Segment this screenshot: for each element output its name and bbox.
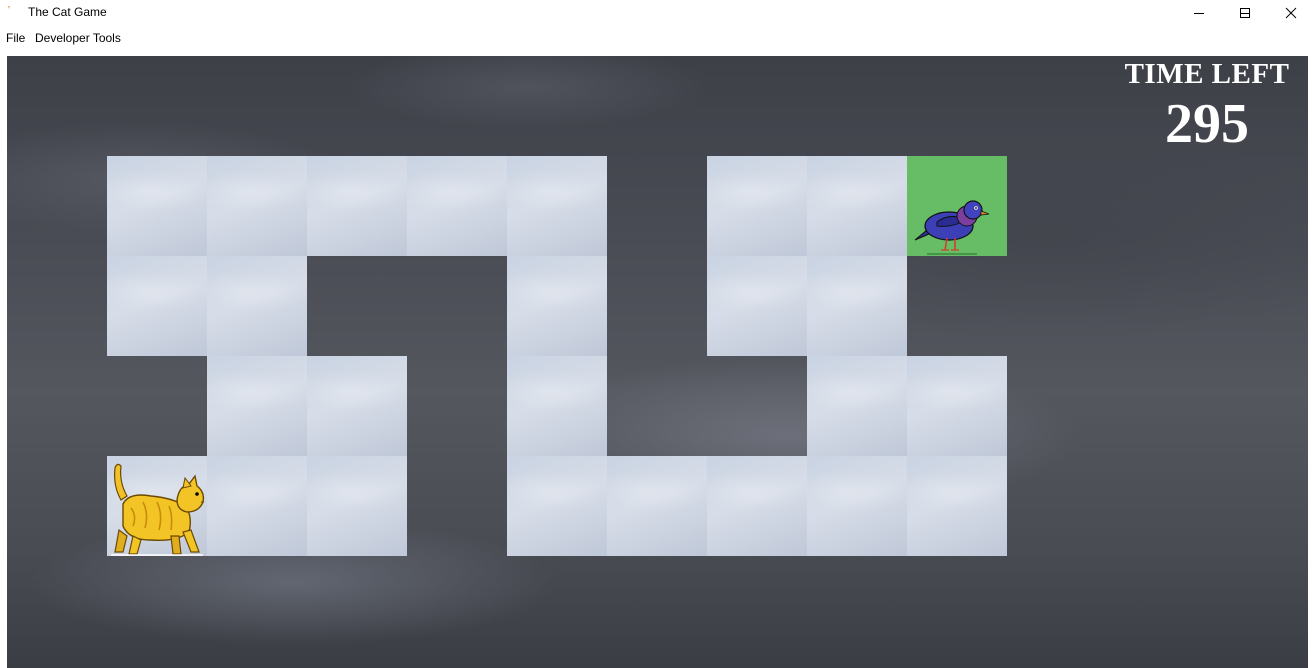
maximize-button[interactable] (1222, 0, 1268, 26)
maze-path-cell (407, 156, 507, 256)
maximize-icon (1240, 8, 1250, 18)
maze-path-cell (707, 256, 807, 356)
minimize-button[interactable] (1176, 0, 1222, 26)
app-icon (6, 5, 20, 19)
maze-path-cell (907, 356, 1007, 456)
maze-path-cell (207, 356, 307, 456)
maze-path-cell (807, 156, 907, 256)
title-bar[interactable]: The Cat Game (0, 0, 1315, 26)
menu-bar: File Developer Tools (0, 26, 1315, 50)
maze-path-cell (307, 456, 407, 556)
maze-path-cell (507, 456, 607, 556)
maze-path-cell (507, 156, 607, 256)
maze-path-cell (207, 456, 307, 556)
menu-developer-tools[interactable]: Developer Tools (35, 31, 121, 45)
app-window: The Cat Game File Developer Tools TIME L… (0, 0, 1315, 668)
maze-path-cell (507, 356, 607, 456)
maze-path-cell (207, 256, 307, 356)
maze-path-cell (707, 456, 807, 556)
bird-sprite (914, 200, 990, 255)
maze-path-cell (107, 256, 207, 356)
maze-path-cell (607, 456, 707, 556)
maze-path-cell (307, 356, 407, 456)
cat-sprite (111, 463, 205, 556)
time-left-label: TIME LEFT (1124, 58, 1290, 90)
close-button[interactable] (1268, 0, 1314, 26)
maze-path-cell (907, 456, 1007, 556)
maze-path-cell (807, 256, 907, 356)
maze-path-cell (807, 456, 907, 556)
maze-path-cell (207, 156, 307, 256)
maze-path-cell (707, 156, 807, 256)
time-left-value: 295 (1165, 93, 1249, 155)
window-title: The Cat Game (28, 5, 107, 19)
game-canvas[interactable]: TIME LEFT 295 (7, 56, 1308, 668)
menu-file[interactable]: File (6, 31, 25, 45)
minimize-icon (1194, 13, 1204, 14)
maze-path-cell (107, 156, 207, 256)
maze-path-cell (807, 356, 907, 456)
maze-path-cell (307, 156, 407, 256)
maze-path-cell (507, 256, 607, 356)
close-icon (1285, 7, 1297, 19)
